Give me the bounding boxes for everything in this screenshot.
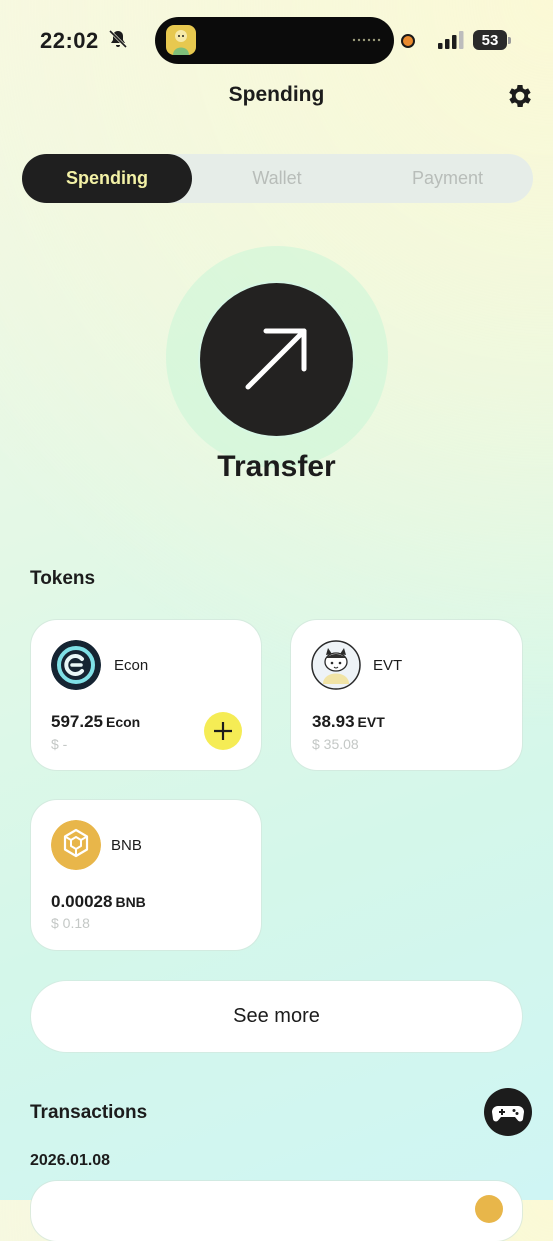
transfer-button[interactable] xyxy=(200,283,353,436)
transfer-label: Transfer xyxy=(217,450,336,483)
tab-payment[interactable]: Payment xyxy=(362,154,533,203)
token-name: EVT xyxy=(373,657,403,674)
token-fiat-value: $ 35.08 xyxy=(312,736,359,752)
gamepad-icon xyxy=(492,1106,524,1122)
activity-dots-icon xyxy=(352,38,381,42)
tab-switcher: Spending Wallet Payment xyxy=(22,154,533,203)
bell-slash-icon xyxy=(108,29,128,49)
transactions-title: Transactions xyxy=(30,1102,148,1123)
tab-wallet[interactable]: Wallet xyxy=(192,154,362,203)
token-amount: 38.93 EVT xyxy=(312,712,385,731)
transaction-date: 2026.01.08 xyxy=(30,1152,111,1169)
token-fiat-value: $ 0.18 xyxy=(51,915,90,931)
bnb-token-icon xyxy=(51,820,101,870)
tokens-title: Tokens xyxy=(30,568,96,589)
game-button[interactable] xyxy=(484,1088,532,1136)
token-fiat-value: $ - xyxy=(51,736,68,752)
page-title: Spending xyxy=(228,83,325,106)
token-card-evt[interactable]: EVT 38.93 EVT $ 35.08 xyxy=(291,620,522,770)
transaction-item[interactable] xyxy=(31,1181,522,1241)
token-amount: 0.00028 BNB xyxy=(51,892,146,911)
recording-indicator xyxy=(401,34,415,48)
token-name: Econ xyxy=(114,657,149,674)
evt-token-icon xyxy=(311,640,361,690)
token-name: BNB xyxy=(111,837,142,854)
battery-icon: 53 xyxy=(473,30,511,50)
signal-icon xyxy=(438,31,464,49)
token-amount: 597.25 Econ xyxy=(51,712,141,731)
plus-icon xyxy=(214,722,232,740)
status-time: 22:02 xyxy=(40,28,99,53)
token-card-bnb[interactable]: BNB 0.00028 BNB $ 0.18 xyxy=(31,800,261,950)
arrow-up-right-icon xyxy=(245,328,307,390)
transaction-token-icon xyxy=(475,1195,503,1223)
token-card-econ[interactable]: Econ 597.25 Econ $ - xyxy=(31,620,261,770)
see-more-button[interactable]: See more xyxy=(31,981,522,1052)
gear-icon[interactable] xyxy=(505,81,535,111)
app-avatar-icon xyxy=(166,25,196,55)
tab-spending[interactable]: Spending xyxy=(22,154,192,203)
econ-token-icon xyxy=(51,640,101,690)
add-econ-button[interactable] xyxy=(204,712,242,750)
